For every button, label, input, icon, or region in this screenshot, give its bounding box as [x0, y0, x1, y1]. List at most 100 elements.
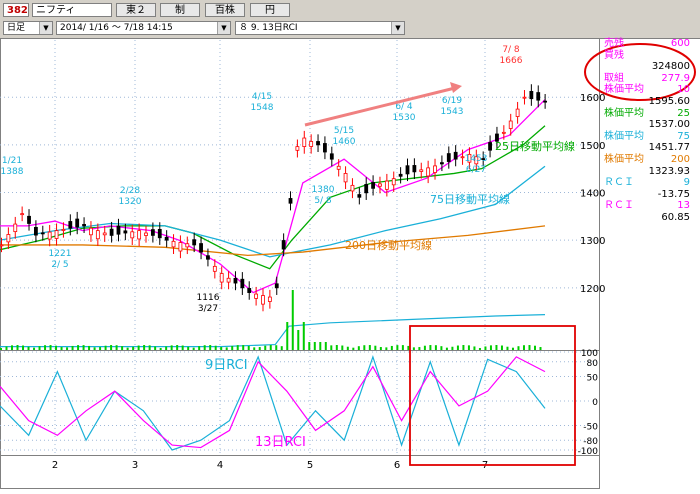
volume-bar	[176, 345, 179, 350]
volume-bar	[511, 347, 514, 350]
volume-bar	[522, 345, 525, 350]
side-panel-value: 1323.93	[648, 165, 690, 177]
volume-bar	[225, 347, 228, 350]
series-label: 25日移動平均線	[495, 139, 575, 153]
candle-body	[433, 165, 437, 173]
volume-bar	[104, 345, 107, 350]
x-tick-label: 6	[394, 460, 400, 471]
volume-bar	[198, 346, 201, 350]
chart-lines	[0, 99, 546, 451]
volume-bar	[143, 345, 146, 350]
volume-bar	[478, 347, 481, 350]
volume-bar	[423, 345, 426, 350]
volume-bar	[110, 345, 113, 350]
candle-body	[192, 239, 197, 246]
volume-bar	[220, 347, 223, 350]
volume-bar	[396, 345, 399, 350]
side-panel-row: ＲＣＩ 13	[604, 200, 696, 212]
volume-bar	[187, 346, 190, 350]
series-label: 200日移動平均線	[345, 238, 432, 252]
volume-bar	[99, 347, 102, 350]
side-panel-value: 1595.60	[648, 96, 690, 107]
volume-bar	[258, 347, 261, 350]
side-panel-label: 株価平均	[604, 107, 644, 119]
volume-bar	[467, 345, 470, 350]
volume-bar	[374, 345, 377, 350]
volume-bar	[66, 347, 69, 350]
volume-bar	[55, 345, 58, 350]
side-panel-row: 買残	[604, 50, 696, 62]
candle-body	[295, 146, 300, 151]
volume-bar	[170, 345, 173, 350]
side-panel-label: 取組	[604, 72, 624, 84]
volume-bar	[330, 345, 333, 350]
chart-marks: 1/211388 12212/ 5 2/281320 11163/27 4/151548…	[0, 43, 696, 466]
series-label: 9日RCI	[205, 358, 248, 373]
candle-body	[391, 178, 396, 186]
price-annotation: 1380	[312, 185, 335, 195]
candle-body	[323, 143, 327, 153]
volume-bar	[159, 347, 162, 350]
candle-body	[288, 198, 293, 204]
volume-bar	[115, 345, 118, 350]
volume-bar	[5, 346, 8, 350]
candle-body	[13, 223, 18, 233]
volume-bar	[192, 347, 195, 350]
volume-bar	[434, 345, 437, 350]
side-panel-value: 277.9	[661, 72, 690, 84]
volume-bar	[418, 347, 421, 350]
volume-bar	[385, 347, 388, 350]
volume-bar	[209, 345, 212, 350]
candle-body	[371, 182, 375, 189]
side-panel-row: -13.75	[604, 189, 696, 201]
volume-bar	[253, 347, 256, 350]
volume-bar	[390, 345, 393, 350]
volume-bar	[60, 347, 63, 350]
volume-bar	[379, 347, 382, 350]
volume-bar	[291, 290, 294, 350]
candle-body	[185, 243, 190, 248]
candle-body	[233, 278, 238, 284]
volume-bar	[275, 345, 278, 350]
volume-bar	[297, 330, 300, 350]
candle-body	[34, 226, 38, 236]
volume-bar	[533, 345, 536, 350]
moving-average-line	[0, 165, 546, 258]
candle-body	[419, 169, 424, 172]
x-tick-label: 3	[132, 460, 138, 471]
volume-bar	[269, 345, 272, 350]
volume-bar	[308, 342, 311, 350]
candle-body	[130, 231, 135, 239]
side-panel-row: 1451.77	[604, 142, 696, 154]
candle-body	[453, 151, 458, 160]
series-label: 13日RCI	[255, 435, 306, 450]
volume-average-line	[0, 314, 546, 348]
volume-bar	[500, 345, 503, 350]
rci-tick-label: -50	[583, 423, 598, 433]
candle-body	[171, 240, 176, 248]
candle-body	[302, 137, 307, 147]
side-panel-value: 13	[677, 200, 690, 212]
side-panel-row: 1323.93	[604, 166, 696, 178]
side-panel-row: 株価平均 25	[604, 108, 696, 120]
side-panel-value: 25	[677, 107, 690, 119]
side-panel-row: ＲＣＩ 9	[604, 177, 696, 189]
candle-body	[536, 92, 541, 101]
candle-body	[267, 296, 272, 302]
volume-bar	[137, 345, 140, 350]
volume-bar	[313, 342, 316, 350]
price-annotation: 1388	[1, 167, 24, 177]
candle-body	[95, 230, 100, 240]
volume-bar	[352, 347, 355, 350]
rci-tick-label: 0	[592, 398, 598, 408]
candle-body	[508, 120, 513, 129]
side-panel-label: 株価平均	[604, 84, 644, 96]
volume-bar	[335, 345, 338, 350]
side-panel-value: 60.85	[661, 212, 690, 223]
volume-bar	[346, 346, 349, 350]
price-annotation: 6/27	[466, 165, 486, 175]
candle-body	[343, 173, 348, 183]
candle-body	[309, 141, 314, 147]
side-panel-label: 売残	[604, 38, 624, 49]
volume-bar	[539, 347, 542, 350]
